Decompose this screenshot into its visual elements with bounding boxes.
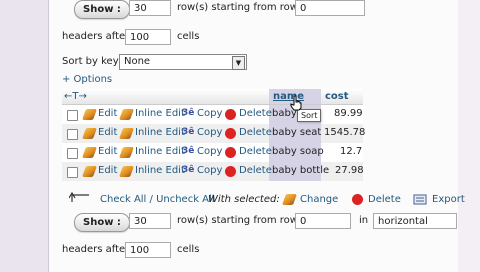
delete-link[interactable]: Delete (239, 127, 272, 138)
delete-icon (225, 109, 236, 120)
in-text: in (359, 215, 369, 226)
bulk-delete-link[interactable]: Delete (368, 194, 401, 205)
hand-cursor-icon (290, 95, 302, 111)
cell-cost: 89.99 (334, 108, 363, 119)
delete-link[interactable]: Delete (239, 108, 272, 119)
options-toggle[interactable]: + Options (62, 74, 112, 85)
arrow-up-left-icon (69, 192, 89, 202)
copy-icon: 3ê (182, 108, 195, 118)
inline-edit-link[interactable]: Inline Edit (135, 165, 185, 176)
copy-icon: 3ê (182, 127, 195, 137)
copy-link[interactable]: Copy (197, 146, 222, 157)
export-link[interactable]: Export (432, 194, 465, 205)
row-checkbox[interactable] (67, 148, 78, 159)
top-rows-input[interactable]: 30 (129, 0, 171, 16)
inline-edit-link[interactable]: Inline Edit (135, 146, 185, 157)
delete-link[interactable]: Delete (239, 165, 272, 176)
left-frame (0, 0, 49, 272)
cell-name: baby seat (272, 127, 322, 138)
check-all-link[interactable]: Check All / Uncheck All (100, 194, 215, 205)
bottom-headers-input[interactable]: 100 (125, 242, 171, 258)
inline-edit-link[interactable]: Inline Edit (135, 108, 185, 119)
row-checkbox[interactable] (67, 167, 78, 178)
chevron-down-icon: ▼ (232, 56, 245, 70)
copy-link[interactable]: Copy (197, 127, 222, 138)
copy-icon: 3ê (182, 165, 195, 175)
inline-edit-link[interactable]: Inline Edit (135, 127, 185, 138)
sort-selected-value: None (124, 56, 151, 67)
row-checkbox[interactable] (67, 110, 78, 121)
bottom-show-button[interactable]: Show : (74, 213, 130, 232)
copy-link[interactable]: Copy (197, 165, 222, 176)
bottom-headers-text: headers after (62, 244, 130, 255)
delete-icon (225, 166, 236, 177)
display-mode-input[interactable]: horizontal (373, 213, 457, 229)
change-link[interactable]: Change (300, 194, 338, 205)
delete-link[interactable]: Delete (239, 146, 272, 157)
edit-link[interactable]: Edit (98, 127, 117, 138)
top-headers-text: headers after (62, 31, 130, 42)
bottom-rows-input[interactable]: 30 (129, 213, 171, 229)
edit-link[interactable]: Edit (98, 108, 117, 119)
sort-by-key-label: Sort by key: (62, 56, 122, 67)
right-frame (457, 0, 480, 272)
edit-link[interactable]: Edit (98, 146, 117, 157)
top-start-row-input[interactable]: 0 (295, 0, 365, 16)
cell-cost: 27.98 (335, 165, 364, 176)
cell-name: baby soap (272, 146, 324, 157)
copy-icon: 3ê (182, 146, 195, 156)
delete-icon (352, 194, 363, 205)
cell-cost: 12.7 (340, 146, 363, 157)
row-checkbox[interactable] (67, 129, 78, 140)
copy-link[interactable]: Copy (197, 108, 222, 119)
bottom-start-row-input[interactable]: 0 (295, 213, 351, 229)
delete-icon (225, 147, 236, 158)
delete-icon (225, 128, 236, 139)
with-selected-text: With selected: (208, 194, 280, 205)
cell-name: baby bottle (272, 165, 330, 176)
top-rows-text: row(s) starting from row # (177, 2, 310, 13)
bottom-rows-text: row(s) starting from row # (177, 215, 310, 226)
column-header-cost[interactable]: cost (325, 91, 349, 102)
export-icon (413, 194, 427, 205)
top-cells-text: cells (177, 31, 200, 42)
bottom-cells-text: cells (177, 244, 200, 255)
edit-link[interactable]: Edit (98, 165, 117, 176)
top-headers-input[interactable]: 100 (125, 29, 171, 45)
column-arrows-icon[interactable]: ←T→ (64, 91, 87, 102)
top-show-button[interactable]: Show : (74, 0, 130, 19)
sort-by-key-select[interactable]: None ▼ (119, 54, 247, 70)
cell-cost: 1545.78 (324, 127, 366, 138)
